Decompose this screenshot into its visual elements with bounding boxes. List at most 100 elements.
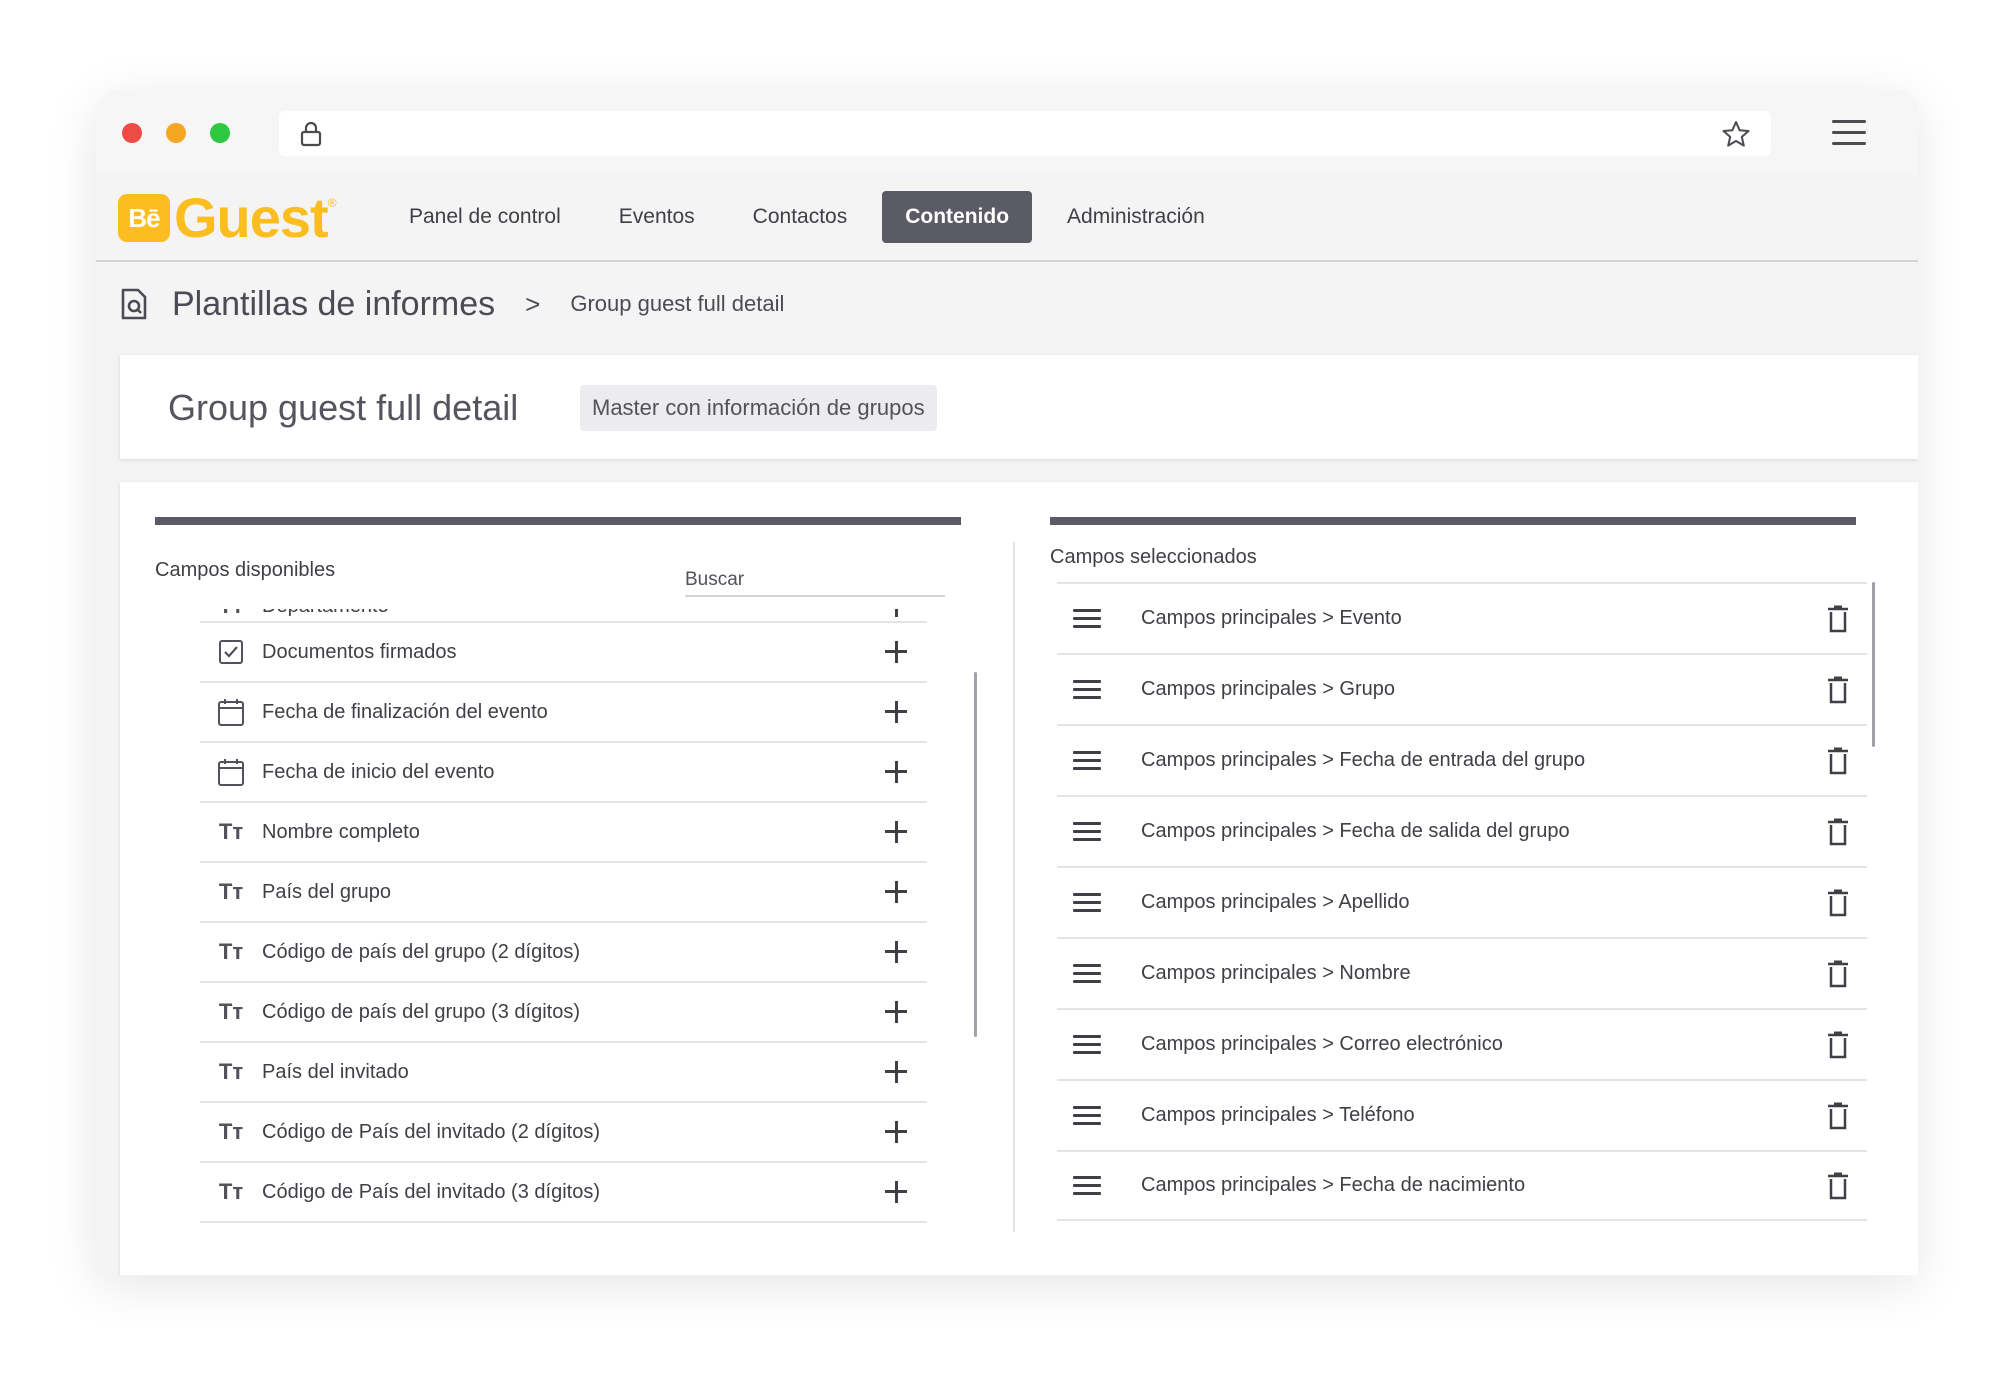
main-nav: Panel de control Eventos Contactos Conte… bbox=[386, 191, 1240, 243]
nav-item-contactos[interactable]: Contactos bbox=[730, 191, 871, 243]
text-type-icon: Tт bbox=[218, 1059, 244, 1084]
drag-handle-icon[interactable] bbox=[1073, 959, 1101, 988]
drag-handle-icon[interactable] bbox=[1073, 1101, 1101, 1130]
available-list-scrollbar[interactable] bbox=[974, 672, 977, 1037]
trash-icon[interactable] bbox=[1825, 817, 1851, 847]
nav-item-contenido[interactable]: Contenido bbox=[882, 191, 1033, 243]
list-item[interactable]: Tт Código de país del grupo (2 dígitos) bbox=[200, 923, 927, 983]
add-icon[interactable] bbox=[881, 937, 911, 967]
drag-handle-icon[interactable] bbox=[1073, 817, 1101, 846]
text-type-icon: Tт bbox=[216, 609, 246, 621]
list-item[interactable]: Campos principales > Fecha de entrada de… bbox=[1057, 724, 1867, 795]
field-label: Campos principales > Apellido bbox=[1141, 891, 1410, 913]
breadcrumb-current: Group guest full detail bbox=[570, 291, 785, 316]
trash-icon[interactable] bbox=[1825, 1030, 1851, 1060]
field-label: Código de país del grupo (3 dígitos) bbox=[262, 1000, 580, 1023]
bookmark-star-icon[interactable] bbox=[1721, 119, 1751, 149]
text-type-icon: Tт bbox=[218, 1119, 244, 1144]
drag-handle-icon[interactable] bbox=[1073, 604, 1101, 633]
trash-icon[interactable] bbox=[1825, 959, 1851, 989]
trash-icon[interactable] bbox=[1825, 1171, 1851, 1201]
field-label: Campos principales > Fecha de salida del… bbox=[1141, 820, 1570, 842]
list-item[interactable]: Fecha de finalización del evento bbox=[200, 683, 927, 743]
breadcrumb-root-link[interactable]: Plantillas de informes bbox=[172, 285, 495, 324]
drag-handle-icon[interactable] bbox=[1073, 1030, 1101, 1059]
template-header-card: Group guest full detail Master con infor… bbox=[120, 355, 1918, 459]
trash-icon[interactable] bbox=[1825, 746, 1851, 776]
panel-bar bbox=[155, 517, 961, 525]
nav-item-panel-de-control[interactable]: Panel de control bbox=[386, 191, 584, 243]
nav-item-administracion[interactable]: Administración bbox=[1044, 191, 1228, 243]
list-item[interactable]: Campos principales > Fecha de salida del… bbox=[1057, 795, 1867, 866]
add-icon[interactable] bbox=[881, 609, 911, 621]
beguest-logo[interactable]: Bē Guest ® bbox=[118, 190, 337, 246]
search-field[interactable] bbox=[685, 569, 945, 597]
list-item[interactable]: Campos principales > Evento bbox=[1057, 582, 1867, 653]
trash-icon[interactable] bbox=[1825, 888, 1851, 918]
panel-divider bbox=[1013, 542, 1015, 1232]
list-item[interactable]: Tт Departamento bbox=[200, 609, 927, 623]
add-icon[interactable] bbox=[881, 997, 911, 1027]
list-item[interactable]: Campos principales > Apellido bbox=[1057, 866, 1867, 937]
field-label: Nombre completo bbox=[262, 820, 420, 843]
search-input[interactable] bbox=[685, 569, 945, 591]
list-item[interactable]: Campos principales > Teléfono bbox=[1057, 1079, 1867, 1150]
chevron-right-icon: > bbox=[525, 288, 541, 319]
field-label: Campos principales > Correo electrónico bbox=[1141, 1033, 1503, 1055]
list-item[interactable]: Fecha de inicio del evento bbox=[200, 743, 927, 803]
add-icon[interactable] bbox=[881, 1117, 911, 1147]
list-item[interactable]: Documentos firmados bbox=[200, 623, 927, 683]
add-icon[interactable] bbox=[881, 757, 911, 787]
list-item[interactable]: Tт Nombre completo bbox=[200, 803, 927, 863]
close-window-button[interactable] bbox=[122, 123, 142, 143]
nav-item-eventos[interactable]: Eventos bbox=[596, 191, 718, 243]
text-type-icon: Tт bbox=[218, 999, 244, 1024]
field-label: Código de país del grupo (2 dígitos) bbox=[262, 940, 580, 963]
field-label: Campos principales > Nombre bbox=[1141, 962, 1411, 984]
calendar-icon bbox=[216, 757, 246, 787]
add-icon[interactable] bbox=[881, 637, 911, 667]
list-item[interactable]: Tт País del grupo bbox=[200, 863, 927, 923]
list-item[interactable]: Tт Código de país del grupo (3 dígitos) bbox=[200, 983, 927, 1043]
template-title: Group guest full detail bbox=[168, 387, 519, 428]
address-bar[interactable] bbox=[279, 111, 1771, 156]
list-item[interactable]: Campos principales > Fecha de nacimiento bbox=[1057, 1150, 1867, 1221]
browser-menu-icon[interactable] bbox=[1832, 120, 1866, 146]
minimize-window-button[interactable] bbox=[166, 123, 186, 143]
logo-registered: ® bbox=[327, 196, 337, 210]
drag-handle-icon[interactable] bbox=[1073, 888, 1101, 917]
field-label: País del grupo bbox=[262, 880, 391, 903]
trash-icon[interactable] bbox=[1825, 604, 1851, 634]
template-type-badge: Master con información de grupos bbox=[580, 385, 937, 431]
selected-fields-panel: Campos seleccionados bbox=[1050, 517, 1856, 569]
selected-fields-list: Campos principales > Evento Campos princ… bbox=[1057, 582, 1867, 1221]
add-icon[interactable] bbox=[881, 1177, 911, 1207]
trash-icon[interactable] bbox=[1825, 1101, 1851, 1131]
selected-list-scrollbar[interactable] bbox=[1872, 582, 1875, 747]
add-icon[interactable] bbox=[881, 817, 911, 847]
field-label: País del invitado bbox=[262, 1060, 409, 1083]
logo-badge: Bē bbox=[118, 194, 170, 242]
trash-icon[interactable] bbox=[1825, 675, 1851, 705]
list-item[interactable]: Tт País del invitado bbox=[200, 1043, 927, 1103]
list-item[interactable]: Tт Código de País del invitado (3 dígito… bbox=[200, 1163, 927, 1223]
maximize-window-button[interactable] bbox=[210, 123, 230, 143]
app-navbar: Bē Guest ® Panel de control Eventos Cont… bbox=[96, 174, 1918, 262]
field-label: Código de País del invitado (2 dígitos) bbox=[262, 1120, 600, 1143]
available-fields-list[interactable]: Tт Departamento Documentos firmados Fech… bbox=[200, 609, 927, 1259]
list-item[interactable]: Tт Código de País del invitado (2 dígito… bbox=[200, 1103, 927, 1163]
logo-text: Guest bbox=[174, 186, 329, 249]
panel-bar bbox=[1050, 517, 1856, 525]
list-item[interactable]: Campos principales > Nombre bbox=[1057, 937, 1867, 1008]
list-item[interactable]: Campos principales > Correo electrónico bbox=[1057, 1008, 1867, 1079]
drag-handle-icon[interactable] bbox=[1073, 1171, 1101, 1200]
add-icon[interactable] bbox=[881, 1057, 911, 1087]
browser-window: Bē Guest ® Panel de control Eventos Cont… bbox=[96, 90, 1918, 1275]
checkbox-icon bbox=[216, 637, 246, 667]
field-label: Campos principales > Evento bbox=[1141, 607, 1402, 629]
add-icon[interactable] bbox=[881, 877, 911, 907]
drag-handle-icon[interactable] bbox=[1073, 675, 1101, 704]
add-icon[interactable] bbox=[881, 697, 911, 727]
list-item[interactable]: Campos principales > Grupo bbox=[1057, 653, 1867, 724]
drag-handle-icon[interactable] bbox=[1073, 746, 1101, 775]
